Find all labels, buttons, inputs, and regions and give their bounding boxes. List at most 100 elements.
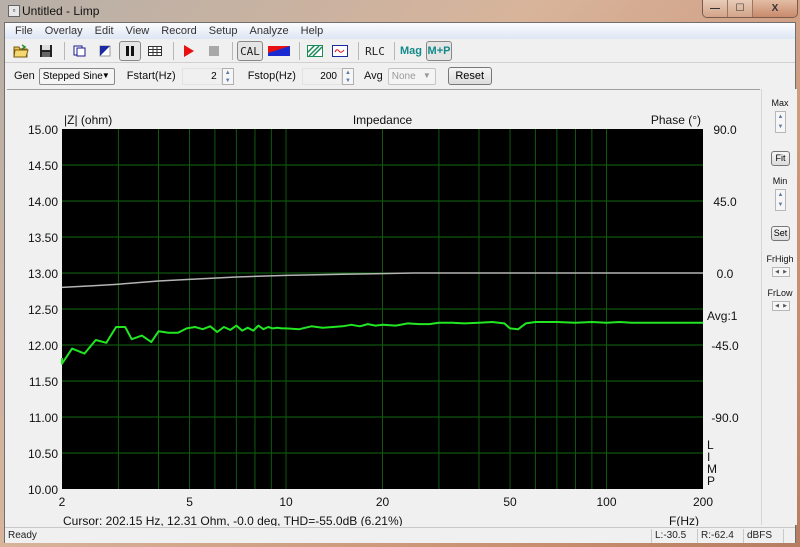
plot-panel: 10.00 10.50 11.00 11.50 12.00 12.50 13.00 13.50… [7,89,760,528]
close-button[interactable]: X [753,0,797,17]
y-tick-label: 14.50 [28,159,58,173]
y2-tick-label: -45.0 [711,339,739,353]
set-button[interactable]: Set [771,226,790,241]
menu-file[interactable]: File [9,25,39,37]
spin-down-icon[interactable]: ▼ [776,200,785,210]
wave-button[interactable] [329,41,351,61]
mag-phase-button[interactable]: M+P [426,41,452,61]
play-button[interactable] [178,41,200,61]
spin-up-icon[interactable]: ▲ [776,190,785,200]
status-bar: Ready L:-30.5 R:-62.4 dBFS [5,527,795,543]
frlow-spinner[interactable]: ◀ ▶ [772,301,790,311]
spin-down-icon[interactable]: ▼ [776,122,785,132]
x-tick-label: 2 [59,495,66,509]
hatch-button[interactable] [304,41,326,61]
fstart-spinner[interactable]: ▲ ▼ [221,67,234,85]
max-spinner[interactable]: ▲ ▼ [775,111,786,133]
x-tick-label: 100 [597,495,617,509]
fstop-spinner[interactable]: ▲ ▼ [341,67,354,85]
impedance-chart[interactable]: 10.00 10.50 11.00 11.50 12.00 12.50 13.00 13.50… [7,90,760,528]
x-tick-label: 50 [503,495,517,509]
menu-overlay[interactable]: Overlay [39,25,89,37]
toolbar: CAL RLC Mag M+P [5,40,795,63]
menu-help[interactable]: Help [295,25,330,37]
arrow-left-icon[interactable]: ◀ [775,303,779,309]
y-axis-title: |Z| (ohm) [64,113,112,127]
mark-button[interactable] [94,41,116,61]
min-spinner[interactable]: ▲ ▼ [775,189,786,211]
menu-record[interactable]: Record [155,25,202,37]
spin-down-icon[interactable]: ▼ [343,77,353,85]
mark-icon [99,45,111,57]
menu-edit[interactable]: Edit [89,25,120,37]
fit-button[interactable]: Fit [771,151,790,166]
y-tick-label: 15.00 [28,123,58,137]
copy-button[interactable] [69,41,91,61]
stereo-button[interactable] [266,41,292,61]
toolbar-separator [394,42,395,60]
cal-label: CAL [240,44,260,58]
pause-icon [126,46,134,56]
cal-button[interactable]: CAL [237,41,263,61]
y-tick-label: 14.00 [28,195,58,209]
copy-icon [73,45,86,57]
stop-icon [209,46,219,56]
menu-analyze[interactable]: Analyze [243,25,294,37]
stop-button[interactable] [203,41,225,61]
menu-setup[interactable]: Setup [203,25,244,37]
save-disk-icon [40,45,52,57]
spin-up-icon[interactable]: ▲ [223,69,233,77]
avg-label: Avg:1 [707,309,738,323]
gen-select-value: Stepped Sine [42,70,103,82]
y-tick-label: 13.50 [28,231,58,245]
toolbar-separator [358,42,359,60]
title-bar: ▫ Untitled - Limp — ☐ X [0,0,800,22]
avg-select-value: None [391,70,416,82]
scale-panel: Max ▲ ▼ Fit Min ▲ ▼ Set FrHigh ◀ ▶ FrLow ◀ ▶ [761,89,797,525]
window-title: Untitled - Limp [22,4,100,18]
mag-button[interactable]: Mag [399,41,423,61]
wave-icon [332,45,348,57]
menu-view[interactable]: View [120,25,156,37]
rlc-button[interactable]: RLC [363,41,387,61]
frhigh-spinner[interactable]: ◀ ▶ [772,267,790,277]
arrow-right-icon[interactable]: ▶ [783,269,787,275]
minimize-button[interactable]: — [703,0,728,17]
pause-button[interactable] [119,41,141,61]
reset-button[interactable]: Reset [447,67,492,85]
maximize-button[interactable]: ☐ [728,0,753,17]
y-tick-label: 13.00 [28,267,58,281]
spin-up-icon[interactable]: ▲ [776,112,785,122]
status-text: Ready [8,529,37,541]
menu-bar: File Overlay Edit View Record Setup Anal… [5,23,795,39]
arrow-right-icon[interactable]: ▶ [783,303,787,309]
main-window: File Overlay Edit View Record Setup Anal… [4,22,797,543]
resize-grip[interactable] [783,528,795,543]
spin-down-icon[interactable]: ▼ [223,77,233,85]
y2-axis-title: Phase (°) [651,113,701,127]
x-tick-label: 200 [693,495,713,509]
toolbar-separator [64,42,65,60]
table-icon [148,46,162,56]
open-button[interactable] [10,41,32,61]
save-button[interactable] [35,41,57,61]
mag-phase-label: M+P [427,45,451,57]
arrow-left-icon[interactable]: ◀ [775,269,779,275]
y-tick-label: 11.00 [29,411,58,425]
open-folder-icon [13,44,29,58]
x-tick-label: 20 [376,495,390,509]
chart-title: Impedance [353,113,413,127]
fstart-input[interactable]: 2 [181,67,222,85]
frlow-label: FrLow [767,288,793,298]
limp-watermark-letter: P [707,474,715,488]
gen-select[interactable]: Stepped Sine ▼ [38,67,115,85]
red-blue-icon [268,46,290,56]
avg-select[interactable]: None ▼ [387,67,436,85]
x-axis-title: F(Hz) [669,514,699,526]
rlc-label: RLC [365,44,385,58]
mag-label: Mag [400,45,422,57]
spin-up-icon[interactable]: ▲ [343,69,353,77]
frhigh-label: FrHigh [766,254,794,264]
table-button[interactable] [144,41,166,61]
fstop-input[interactable]: 200 [301,67,342,85]
